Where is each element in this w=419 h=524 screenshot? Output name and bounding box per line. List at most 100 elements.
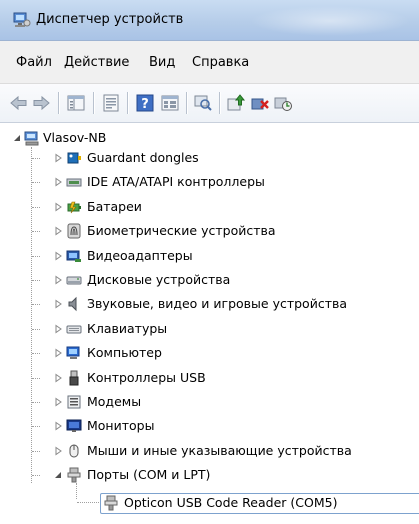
tree-connector	[32, 207, 40, 208]
menu-bar: Файл Действие Вид Справка	[0, 41, 419, 84]
tree-category-item[interactable]: IDE ATA/ATAPI контроллеры	[0, 173, 419, 191]
menu-help[interactable]: Справка	[192, 55, 249, 70]
port-icon	[67, 467, 81, 483]
forward-arrow-icon[interactable]	[31, 93, 51, 113]
port-icon	[104, 495, 118, 511]
tree-category-label: Контроллеры USB	[87, 370, 206, 385]
keyboard-icon	[66, 325, 82, 334]
collapsed-triangle-icon[interactable]	[53, 373, 63, 383]
tree-child-item[interactable]: Opticon USB Code Reader (COM5)	[0, 493, 419, 514]
speaker-icon	[68, 296, 77, 312]
tree-connector	[32, 280, 40, 281]
tree-connector	[32, 353, 40, 354]
collapsed-triangle-icon[interactable]	[53, 226, 63, 236]
toolbar-separator	[93, 92, 94, 114]
display-adapter-icon	[66, 250, 81, 262]
computer-icon	[24, 131, 39, 146]
help-icon[interactable]: ?	[135, 93, 155, 113]
battery-icon	[67, 201, 81, 214]
toolbar-separator	[58, 92, 59, 114]
computer-icon	[66, 346, 80, 359]
usb-icon	[69, 370, 79, 386]
menu-file[interactable]: Файл	[16, 55, 52, 70]
collapsed-triangle-icon[interactable]	[53, 397, 63, 407]
tree-category-label: Звуковые, видео и игровые устройства	[87, 296, 348, 311]
tree-connector	[32, 378, 40, 379]
expanded-triangle-icon[interactable]	[53, 470, 63, 480]
collapsed-triangle-icon[interactable]	[53, 202, 63, 212]
tree-connector	[32, 231, 40, 232]
tree-child-label: Opticon USB Code Reader (COM5)	[124, 495, 338, 510]
collapsed-triangle-icon[interactable]	[53, 299, 63, 309]
tree-category-label: Компьютер	[87, 345, 162, 360]
disable-icon[interactable]	[273, 93, 293, 113]
collapsed-triangle-icon[interactable]	[53, 324, 63, 334]
title-bar: Диспетчер устройств	[0, 0, 419, 41]
tree-category-item[interactable]: Звуковые, видео и игровые устройства	[0, 295, 419, 313]
view-icon[interactable]	[160, 93, 180, 113]
tree-connector	[32, 182, 40, 183]
update-driver-icon[interactable]	[226, 93, 246, 113]
collapsed-triangle-icon[interactable]	[53, 446, 63, 456]
menu-view[interactable]: Вид	[149, 55, 175, 70]
tree-connector	[77, 502, 99, 503]
device-manager-icon	[13, 12, 31, 27]
tree-category-item[interactable]: Компьютер	[0, 344, 419, 362]
tree-category-label: Дисковые устройства	[87, 272, 231, 287]
tree-connector	[32, 402, 40, 403]
menu-action[interactable]: Действие	[64, 55, 129, 70]
toolbar: ?	[0, 84, 419, 123]
collapsed-triangle-icon[interactable]	[53, 275, 63, 285]
monitor-icon	[66, 419, 82, 432]
tree-category-label: Клавиатуры	[87, 321, 168, 336]
svg-text:?: ?	[141, 97, 149, 112]
tree-category-label: Биометрические устройства	[87, 223, 276, 238]
tree-category-item[interactable]: Контроллеры USB	[0, 369, 419, 387]
tree-root[interactable]: Vlasov-NB	[0, 129, 419, 147]
collapsed-triangle-icon[interactable]	[53, 177, 63, 187]
toolbar-separator	[186, 92, 187, 114]
tree-category-label: Видеоадаптеры	[87, 248, 193, 263]
tree-connector	[32, 256, 40, 257]
scan-hardware-icon[interactable]	[193, 93, 213, 113]
tree-category-label: Мониторы	[87, 418, 155, 433]
tree-connector	[32, 451, 40, 452]
tree-category-label: Порты (COM и LPT)	[87, 467, 211, 482]
toolbar-separator	[127, 92, 128, 114]
tree-category-label: Мыши и иные указывающие устройства	[87, 443, 352, 458]
tree-category-item[interactable]: Мониторы	[0, 417, 419, 435]
tree-root-label: Vlasov-NB	[43, 130, 107, 145]
tree-category-label: Guardant dongles	[87, 150, 199, 165]
tree-connector	[32, 304, 40, 305]
collapsed-triangle-icon[interactable]	[53, 153, 63, 163]
toolbar-separator	[219, 92, 220, 114]
ide-controller-icon	[66, 178, 82, 187]
mouse-icon	[69, 444, 79, 458]
fingerprint-icon	[67, 223, 81, 239]
tree-connector	[32, 158, 40, 159]
collapsed-triangle-icon[interactable]	[53, 348, 63, 358]
tree-connector	[32, 329, 40, 330]
dongle-icon	[67, 152, 81, 164]
properties-icon[interactable]	[101, 93, 121, 113]
tree-category-label: Модемы	[87, 394, 142, 409]
tree-category-item[interactable]: Биометрические устройства	[0, 222, 419, 240]
tree-category-item[interactable]: Модемы	[0, 393, 419, 411]
uninstall-icon[interactable]	[250, 93, 270, 113]
title-glass-highlight	[250, 6, 410, 36]
tree-category-label: IDE ATA/ATAPI контроллеры	[87, 174, 265, 189]
show-hide-tree-icon[interactable]	[66, 93, 86, 113]
tree-category-item[interactable]: Guardant dongles	[0, 149, 419, 167]
tree-category-item[interactable]: Мыши и иные указывающие устройства	[0, 442, 419, 460]
collapsed-triangle-icon[interactable]	[53, 251, 63, 261]
window-title: Диспетчер устройств	[36, 12, 184, 27]
tree-category-item[interactable]: Видеоадаптеры	[0, 247, 419, 265]
expanded-triangle-icon[interactable]	[12, 133, 22, 143]
tree-connector	[32, 426, 40, 427]
tree-category-item[interactable]: Дисковые устройства	[0, 271, 419, 289]
tree-category-item[interactable]: Клавиатуры	[0, 320, 419, 338]
back-arrow-icon[interactable]	[9, 93, 29, 113]
collapsed-triangle-icon[interactable]	[53, 421, 63, 431]
tree-category-item[interactable]: Порты (COM и LPT)	[0, 466, 419, 484]
tree-category-item[interactable]: Батареи	[0, 198, 419, 216]
